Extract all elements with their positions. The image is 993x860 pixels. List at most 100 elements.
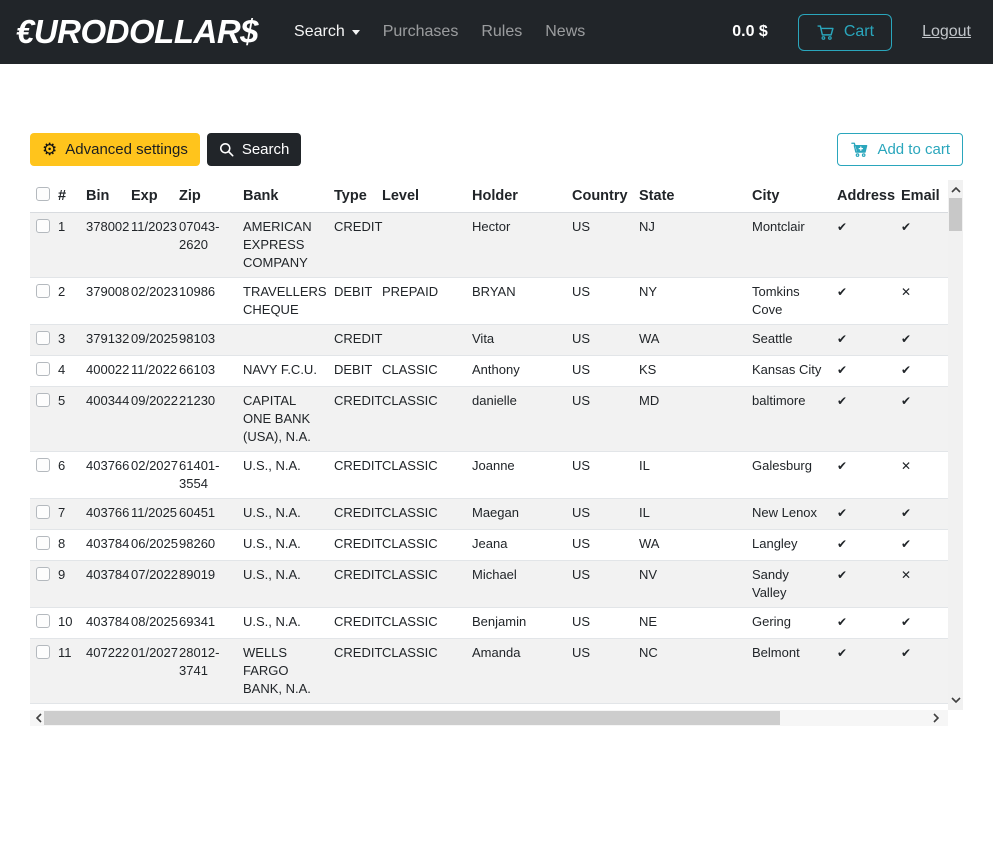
horizontal-scrollbar[interactable] bbox=[30, 710, 948, 726]
scroll-right-arrow-icon[interactable] bbox=[928, 710, 944, 726]
cell-type: DEBIT bbox=[334, 278, 382, 325]
cell-holder: Michael bbox=[472, 561, 572, 608]
cell-checkbox bbox=[30, 325, 58, 356]
cell-type: DEBIT bbox=[334, 356, 382, 387]
cell-state: NE bbox=[639, 608, 752, 639]
cell-holder: Jeana bbox=[472, 530, 572, 561]
add-to-cart-button[interactable]: Add to cart bbox=[837, 133, 963, 166]
cell-level: PREPAID bbox=[382, 278, 472, 325]
cell-bin: 403766 bbox=[86, 499, 131, 530]
cell-city: New Lenox bbox=[752, 499, 833, 530]
header-cell-country: Country bbox=[572, 180, 639, 213]
vertical-scrollbar-thumb[interactable] bbox=[949, 198, 962, 231]
cell-bin: 403784 bbox=[86, 530, 131, 561]
balance-amount: 0.0 $ bbox=[732, 23, 768, 41]
cell-level: CLASSIC bbox=[382, 530, 472, 561]
cell-address: ✔ bbox=[833, 608, 897, 639]
cell-country: US bbox=[572, 499, 639, 530]
cell-country: US bbox=[572, 608, 639, 639]
cell-bank: TRAVELLERS CHEQUE bbox=[243, 278, 334, 325]
advanced-settings-label: Advanced settings bbox=[65, 139, 188, 160]
cell-type: CREDIT bbox=[334, 387, 382, 452]
cell-bin: 378002 bbox=[86, 213, 131, 278]
cell-bank: NAVY F.C.U. bbox=[243, 356, 334, 387]
row-checkbox[interactable] bbox=[36, 331, 50, 345]
cell-city: Tomkins Cove bbox=[752, 278, 833, 325]
cell-checkbox bbox=[30, 387, 58, 452]
cell-email: ✕ bbox=[897, 278, 944, 325]
cell-bank: U.S., N.A. bbox=[243, 561, 334, 608]
cell-address: ✔ bbox=[833, 499, 897, 530]
row-checkbox[interactable] bbox=[36, 645, 50, 659]
cell-email: ✕ bbox=[897, 561, 944, 608]
cell-exp: 09/2022 bbox=[131, 387, 179, 452]
search-button[interactable]: Search bbox=[207, 133, 302, 166]
advanced-settings-button[interactable]: ⚙ Advanced settings bbox=[30, 133, 200, 166]
row-checkbox[interactable] bbox=[36, 219, 50, 233]
row-checkbox[interactable] bbox=[36, 567, 50, 581]
cell-state: IL bbox=[639, 452, 752, 499]
nav-link-purchases[interactable]: Purchases bbox=[373, 15, 469, 49]
cell-zip: 98103 bbox=[179, 325, 243, 356]
scroll-down-arrow-icon[interactable] bbox=[948, 692, 963, 708]
nav-link-search[interactable]: Search bbox=[284, 15, 370, 49]
row-checkbox[interactable] bbox=[36, 362, 50, 376]
cell-bank: U.S., N.A. bbox=[243, 452, 334, 499]
cell-exp: 02/2023 bbox=[131, 278, 179, 325]
nav-link-rules[interactable]: Rules bbox=[471, 15, 532, 49]
cell-city: Gering bbox=[752, 608, 833, 639]
cell-holder: Anthony bbox=[472, 356, 572, 387]
row-checkbox[interactable] bbox=[36, 284, 50, 298]
cell-state: IL bbox=[639, 499, 752, 530]
cell-address: ✔ bbox=[833, 325, 897, 356]
cell-state: WA bbox=[639, 530, 752, 561]
cell-state: NY bbox=[639, 278, 752, 325]
row-checkbox[interactable] bbox=[36, 458, 50, 472]
nav-link-news[interactable]: News bbox=[535, 15, 595, 49]
cell-type: CREDIT bbox=[334, 608, 382, 639]
vertical-scrollbar[interactable] bbox=[948, 180, 963, 710]
nav-link-label: News bbox=[545, 23, 585, 41]
row-checkbox[interactable] bbox=[36, 393, 50, 407]
cell-type: CREDIT bbox=[334, 561, 382, 608]
cell-zip: 89019 bbox=[179, 561, 243, 608]
cell-city: Belmont bbox=[752, 639, 833, 704]
cell-bin: 400022 bbox=[86, 356, 131, 387]
brand-logo[interactable]: €URODOLLAR$ bbox=[16, 13, 258, 51]
cell-email: ✔ bbox=[897, 213, 944, 278]
cell-num: 4 bbox=[58, 356, 86, 387]
cell-num: 8 bbox=[58, 530, 86, 561]
navbar-right: 0.0 $ Cart Logout bbox=[732, 14, 977, 51]
cell-address: ✔ bbox=[833, 530, 897, 561]
cell-address: ✔ bbox=[833, 278, 897, 325]
cell-city: Seattle bbox=[752, 325, 833, 356]
gear-icon: ⚙ bbox=[42, 141, 57, 158]
row-checkbox[interactable] bbox=[36, 505, 50, 519]
logout-link[interactable]: Logout bbox=[922, 23, 971, 41]
cell-city: baltimore bbox=[752, 387, 833, 452]
row-checkbox[interactable] bbox=[36, 536, 50, 550]
cell-bin: 403766 bbox=[86, 452, 131, 499]
cell-bin: 379132 bbox=[86, 325, 131, 356]
cart-button-label: Cart bbox=[844, 23, 874, 41]
cell-address: ✔ bbox=[833, 561, 897, 608]
cart-icon bbox=[816, 23, 835, 42]
row-checkbox[interactable] bbox=[36, 614, 50, 628]
cell-level: CLASSIC bbox=[382, 499, 472, 530]
cell-bank: AMERICAN EXPRESS COMPANY bbox=[243, 213, 334, 278]
cell-state: NJ bbox=[639, 213, 752, 278]
horizontal-scrollbar-thumb[interactable] bbox=[44, 711, 780, 725]
cell-state: NV bbox=[639, 561, 752, 608]
cell-num: 1 bbox=[58, 213, 86, 278]
cell-level: CLASSIC bbox=[382, 452, 472, 499]
cell-country: US bbox=[572, 561, 639, 608]
scroll-up-arrow-icon[interactable] bbox=[948, 182, 963, 198]
select-all-checkbox[interactable] bbox=[36, 187, 50, 201]
nav-link-label: Rules bbox=[481, 23, 522, 41]
cart-plus-icon bbox=[850, 140, 869, 159]
cell-exp: 07/2022 bbox=[131, 561, 179, 608]
cell-bin: 400344 bbox=[86, 387, 131, 452]
cart-button[interactable]: Cart bbox=[798, 14, 892, 51]
cell-exp: 11/2023 bbox=[131, 213, 179, 278]
cell-bank: U.S., N.A. bbox=[243, 530, 334, 561]
